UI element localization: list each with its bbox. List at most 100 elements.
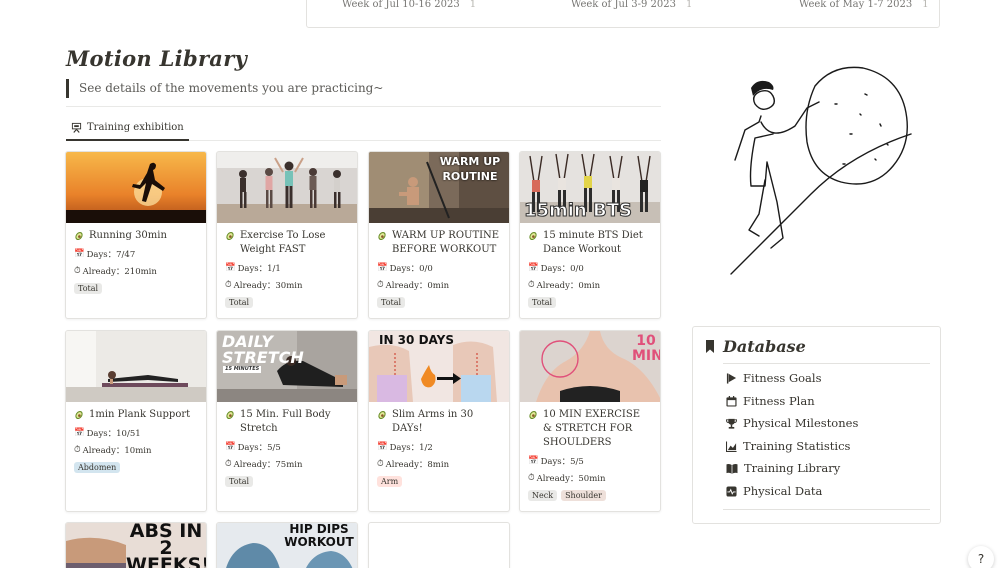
stopwatch-icon: ⏱: [74, 445, 81, 455]
gallery-card-running[interactable]: Running 30min 📅 Days：7/47 ⏱ Already：210min…: [65, 151, 207, 319]
avocado-icon: [378, 231, 386, 241]
week-label: Week of Jul 10-16 2023: [342, 0, 460, 10]
database-link-fitness-plan[interactable]: Fitness Plan: [726, 394, 815, 408]
card-cover-image: IN 30 DAYS: [369, 331, 509, 402]
tag-abdomen: Abdomen: [74, 462, 121, 473]
avocado-icon: [378, 410, 386, 420]
stopwatch-icon: ⏱: [528, 280, 535, 290]
database-link-training-statistics[interactable]: Training Statistics: [726, 439, 850, 453]
database-divider: [723, 363, 930, 364]
tag-total: Total: [225, 476, 254, 487]
tag-arm: Arm: [377, 476, 403, 487]
database-link-fitness-goals[interactable]: Fitness Goals: [726, 371, 822, 385]
stopwatch-icon: ⏱: [74, 266, 81, 276]
card-title: 15 minute BTS Diet Dance Workout: [528, 229, 652, 257]
gallery-card-hip-dips[interactable]: HIP DIPS WORKOUT: [216, 522, 358, 568]
cover-caption: ABS IN 2 WEEKS!: [126, 523, 206, 568]
stopwatch-icon: ⏱: [225, 459, 232, 469]
trophy-icon: [726, 418, 737, 429]
gallery-card-abs[interactable]: ABS IN 2 WEEKS!: [65, 522, 207, 568]
week-entry[interactable]: Week of Jul 3-9 2023 1: [571, 0, 692, 10]
database-heading: Database: [705, 337, 806, 356]
stopwatch-icon: ⏱: [377, 459, 384, 469]
card-cover-image: WARM UP ROUTINE: [369, 152, 509, 223]
days-property: 📅 Days：7/47: [74, 249, 136, 260]
cover-caption: DAILY STRETCH: [222, 332, 304, 367]
cover-caption: 10 MIN: [632, 333, 660, 364]
card-cover-image: [66, 331, 206, 402]
already-property: ⏱ Already：0min: [377, 280, 450, 291]
flag-icon: [726, 372, 737, 384]
calendar-icon: 📅: [225, 263, 236, 273]
cover-caption: HIP DIPS WORKOUT: [284, 523, 354, 549]
tag-total: Total: [377, 297, 406, 308]
card-cover-image: 15min BTS: [520, 152, 660, 223]
gallery-card-slim-arms[interactable]: IN 30 DAYS Slim Arms in 30 DAYs! 📅 Days：1…: [368, 330, 510, 512]
database-panel: Database Fitness Goals Fitness Plan Phys…: [692, 326, 941, 524]
book-icon: [726, 463, 738, 474]
presentation-icon: [71, 122, 82, 133]
week-label: Week of May 1-7 2023: [799, 0, 913, 10]
page-quote: See details of the movements you are pra…: [66, 79, 383, 98]
calendar-icon: 📅: [528, 263, 539, 273]
gallery-card-bts-dance[interactable]: 15min BTS 15 minute BTS Diet Dance Worko…: [519, 151, 661, 319]
gallery-card-shoulders[interactable]: 10 MIN 10 MIN EXERCISE & STRETCH FOR SHO…: [519, 330, 661, 512]
gallery-card-empty[interactable]: [368, 522, 510, 568]
card-title: 15 Min. Full Body Stretch: [225, 408, 349, 436]
card-cover-image: ABS IN 2 WEEKS!: [66, 523, 206, 568]
days-property: 📅 Days：0/0: [528, 263, 584, 274]
tab-label: Training exhibition: [87, 122, 184, 133]
database-divider: [723, 509, 930, 510]
already-property: ⏱ Already：75min: [225, 459, 303, 470]
avocado-icon: [75, 410, 83, 420]
gallery-card-full-body-stretch[interactable]: DAILY STRETCH 15 MINUTES 15 Min. Full Bo…: [216, 330, 358, 512]
days-property: 📅 Days：1/1: [225, 263, 281, 274]
bookmark-icon: [706, 340, 714, 353]
person-pushing-boulder-illustration: [730, 66, 912, 275]
tag-total: Total: [528, 297, 557, 308]
calendar-icon: 📅: [74, 428, 85, 438]
database-link-physical-data[interactable]: Physical Data: [726, 484, 822, 498]
help-button[interactable]: ?: [968, 546, 994, 568]
days-property: 📅 Days：5/5: [528, 456, 584, 467]
tag-shoulder: Shoulder: [561, 490, 606, 501]
calendar-icon: 📅: [377, 263, 388, 273]
week-count: 1: [469, 0, 477, 10]
days-property: 📅 Days：0/0: [377, 263, 433, 274]
gallery-card-plank[interactable]: 1min Plank Support 📅 Days：10/51 ⏱ Already：…: [65, 330, 207, 512]
already-property: ⏱ Already：50min: [528, 473, 606, 484]
card-cover-image: [217, 152, 357, 223]
card-cover-image: DAILY STRETCH 15 MINUTES: [217, 331, 357, 402]
database-link-physical-milestones[interactable]: Physical Milestones: [726, 416, 858, 430]
stopwatch-icon: ⏱: [225, 280, 232, 290]
gallery-card-lose-weight[interactable]: Exercise To Lose Weight FAST 📅 Days：1/1 ⏱…: [216, 151, 358, 319]
cover-caption: IN 30 DAYS: [379, 333, 454, 347]
card-title: 10 MIN EXERCISE & STRETCH FOR SHOULDERS: [528, 408, 652, 450]
database-link-training-library[interactable]: Training Library: [726, 461, 840, 475]
avocado-icon: [226, 231, 234, 241]
page-title: Motion Library: [66, 46, 248, 71]
already-property: ⏱ Already：210min: [74, 266, 157, 277]
calendar-icon: 📅: [225, 442, 236, 452]
tag-total: Total: [74, 283, 103, 294]
tab-training-exhibition[interactable]: Training exhibition: [66, 116, 189, 141]
card-title: 1min Plank Support: [74, 408, 198, 422]
card-title: Running 30min: [74, 229, 198, 243]
week-count: 1: [922, 0, 929, 10]
gallery-card-warm-up[interactable]: WARM UP ROUTINE WARM UP ROUTINE BEFORE W…: [368, 151, 510, 319]
weekly-summary-card: Week of Jul 10-16 2023 1 Week of Jul 3-9 …: [306, 0, 940, 28]
week-entry[interactable]: Week of May 1-7 2023 1: [799, 0, 929, 10]
days-property: 📅 Days：10/51: [74, 428, 141, 439]
view-tab-bar: Training exhibition: [66, 116, 661, 141]
days-property: 📅 Days：5/5: [225, 442, 281, 453]
days-property: 📅 Days：1/2: [377, 442, 433, 453]
week-entry[interactable]: Week of Jul 10-16 2023 1: [342, 0, 476, 10]
card-title: WARM UP ROUTINE BEFORE WORKOUT: [377, 229, 501, 257]
calendar-icon: 📅: [377, 442, 388, 452]
tag-neck: Neck: [528, 490, 558, 501]
calendar-icon: 📅: [74, 249, 85, 259]
divider: [66, 106, 661, 107]
card-title: Exercise To Lose Weight FAST: [225, 229, 349, 257]
week-count: 1: [686, 0, 693, 10]
already-property: ⏱ Already：10min: [74, 445, 152, 456]
